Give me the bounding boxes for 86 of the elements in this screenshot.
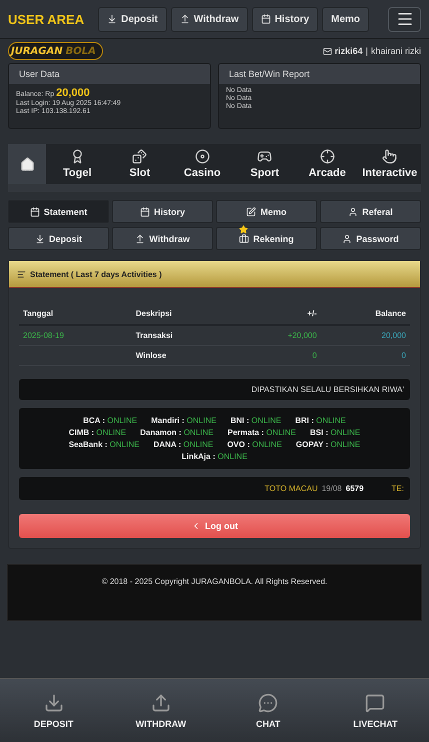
column-header: Deskripsi [132,303,236,325]
menu-button[interactable]: Memo [216,200,317,223]
separator: | [366,46,368,56]
game-tab[interactable]: Togel [46,144,108,184]
gamepad-icon [257,149,272,164]
pointer-icon [382,149,398,164]
bottom-nav-button[interactable]: LIVECHAT [322,679,429,742]
nav-button[interactable]: Deposit [98,6,167,32]
crosshair-icon [320,149,335,164]
game-tab[interactable]: Arcade [296,144,358,184]
bank-status: Permata : ONLINE [227,428,296,437]
menu-button[interactable]: Rekening [216,227,317,250]
menu-icon [396,10,414,28]
bottom-nav-button[interactable]: DEPOSIT [0,679,108,742]
deposit-icon [34,234,45,244]
chat-bubble-icon [365,692,386,712]
column-header: +/- [235,303,321,325]
star-icon [239,225,248,234]
download-icon [44,692,64,712]
balance-value: 20,000 [56,87,90,99]
bank-status: BNI : ONLINE [230,416,282,425]
result-date: 19/08 [322,484,342,493]
market-name: TE: [392,484,404,493]
card-title: Statement ( Last 7 days Activities ) [30,270,162,278]
bank-status: BRI : ONLINE [295,416,346,425]
withdraw-icon [135,234,146,244]
game-tab[interactable]: Casino [171,144,234,184]
game-tab[interactable]: Sport [234,144,296,184]
menu-button[interactable]: Deposit [8,227,109,250]
copyright-text: © 2018 - 2025 Copyright JURAGANBOLA. All Rights Reserved. [102,577,328,586]
bank-status: DANA : ONLINE [153,440,214,449]
column-header: Tanggal [19,303,132,325]
bank-status: LinkAja : ONLINE [182,452,248,461]
user-icon [342,234,352,244]
briefcase-icon [239,234,250,244]
calendar-icon [30,206,40,216]
menu-button[interactable]: Statement [8,200,109,223]
bank-status: Danamon : ONLINE [140,428,214,437]
bank-status: GOPAY : ONLINE [296,440,360,449]
bank-status: BSI : ONLINE [310,428,360,437]
username: rizki64 [334,46,363,56]
panel-title: User Data [9,64,210,84]
column-header: Balance [320,303,410,325]
bank-status: SeaBank : ONLINE [68,440,140,449]
menu-button[interactable]: Password [320,227,421,250]
calendar-icon [260,14,271,24]
list-icon [17,270,26,278]
mail-icon [322,46,332,56]
nav-button[interactable]: Withdraw [170,6,248,32]
withdraw-icon [180,14,190,24]
bank-status: Mandiri : ONLINE [151,416,216,425]
bank-status: BCA : ONLINE [83,416,138,425]
bottom-nav-button[interactable]: CHAT [214,679,322,742]
user-icon [348,206,358,216]
bank-status: OVO : ONLINE [227,440,282,449]
page-title: USER AREA [8,12,84,26]
upload-icon [150,692,171,712]
game-tab[interactable] [8,144,46,184]
deposit-icon [107,14,118,24]
table-cell: 2025-08-19 [19,325,132,346]
chat-icon [258,692,278,712]
edit-icon [246,206,256,216]
logo[interactable]: JURAGAN BOLA [8,42,103,60]
table-cell: 0 [320,346,410,366]
home-icon [20,156,34,172]
game-tab[interactable]: Interactive [358,144,421,184]
notice-marquee: DIPASTIKAN SELALU BERSIHKAN RIWA' [19,379,410,400]
calendar-icon [140,206,150,216]
panel-title: Last Bet/Win Report [219,64,420,84]
full-name: khairani rizki [370,46,421,56]
result-number: 6579 [346,484,364,493]
table-cell: Winlose [132,346,236,366]
game-tab[interactable]: Slot [108,144,171,184]
table-cell: 0 [235,346,321,366]
menu-button[interactable] [388,6,421,32]
nav-button[interactable]: History [252,6,318,32]
menu-button[interactable]: Referal [320,200,421,223]
table-cell: 20,000 [320,325,410,346]
table-cell: +20,000 [235,325,321,346]
bottom-nav-button[interactable]: WITHDRAW [107,679,214,742]
market-name: TOTO MACAU [264,484,318,493]
menu-button[interactable]: Withdraw [112,227,213,250]
nav-button[interactable]: Memo [322,6,370,32]
bank-status: CIMB : ONLINE [68,428,126,437]
table-cell: Transaksi [132,325,236,346]
menu-button[interactable]: History [112,200,213,223]
